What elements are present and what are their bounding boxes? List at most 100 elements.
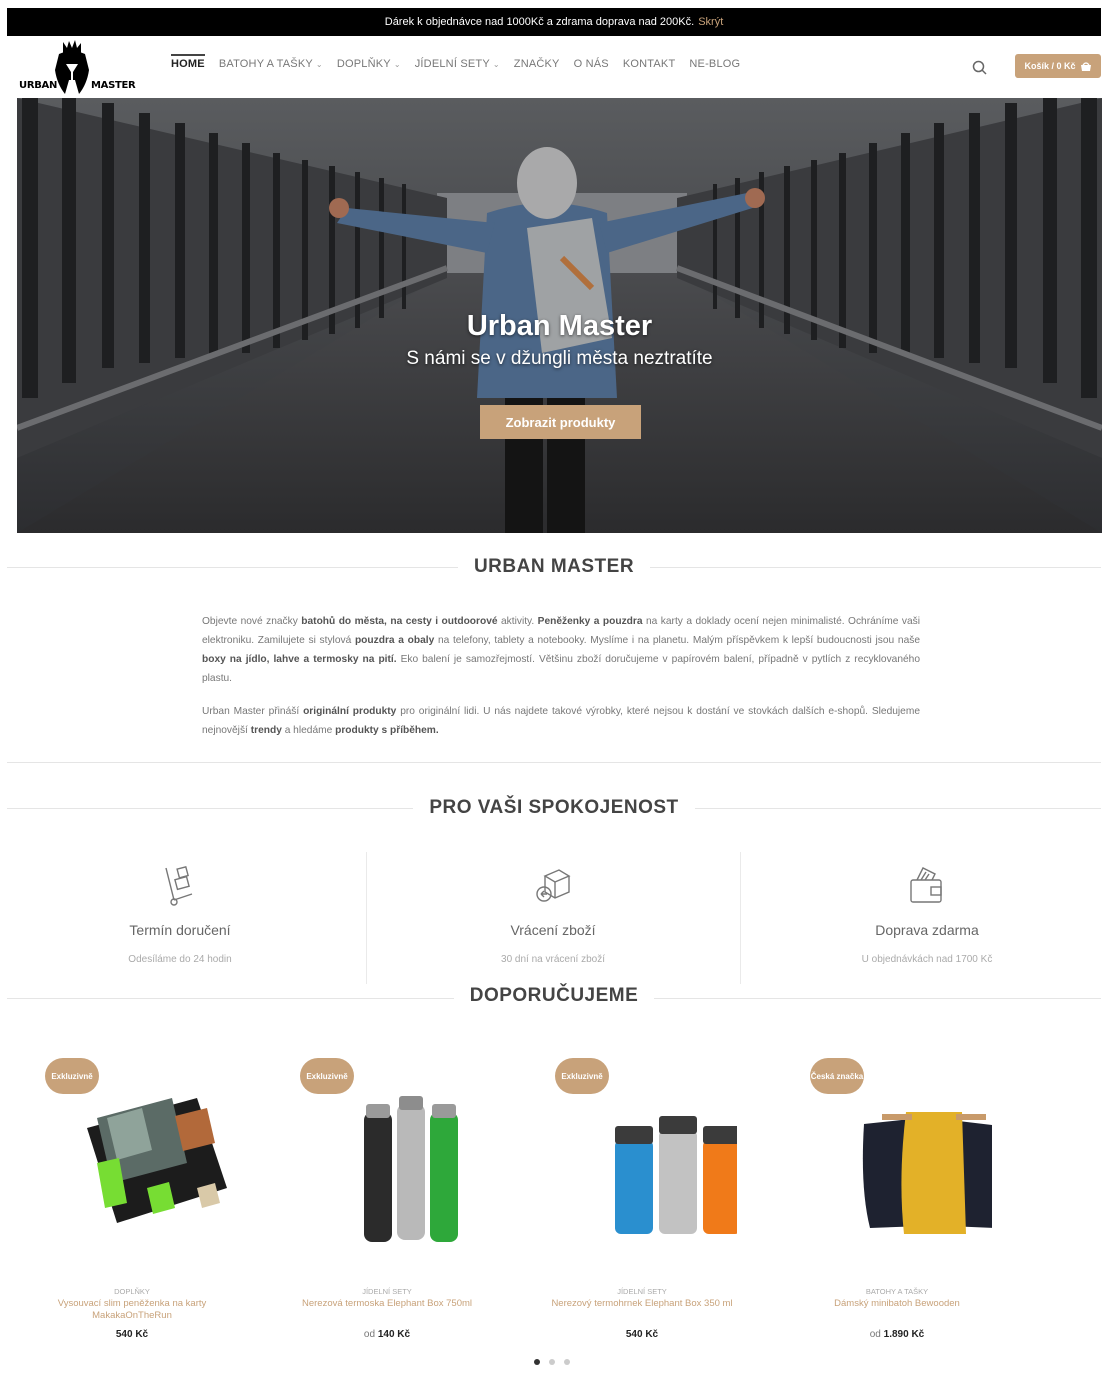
nav-item-home[interactable]: HOME [171,54,205,70]
feature-title: Doprava zdarma [875,922,979,938]
carousel-dot-1[interactable] [534,1359,540,1365]
nav-item-batohy[interactable]: BATOHY A TAŠKY ⌄ [219,58,323,70]
product-name-link[interactable]: Nerezová termoska Elephant Box 750ml [282,1298,492,1310]
search-icon [972,60,987,75]
product-price: 540 Kč [517,1329,767,1340]
product-name-link[interactable]: Vysouvací slim peněženka na karty Makaka… [27,1298,237,1322]
return-box-icon [536,869,571,902]
heading-line [7,807,414,809]
text-run-bold: pouzdra a obaly [354,635,435,646]
product-price: od 140 Kč [262,1329,512,1340]
logo-text-left: URBAN [19,80,58,91]
announcement-bar: Dárek k objednávce nad 1000Kč a zdrama d… [7,8,1101,36]
product-card[interactable]: Exkluzivně DOPLŇKY Vysouvací slim peněže… [7,1058,257,1348]
price-value: 540 Kč [625,1329,659,1340]
price-value: 140 Kč [377,1329,411,1340]
feature-subtitle: 30 dní na vrácení zboží [501,954,605,965]
show-products-button[interactable]: Zobrazit produkty [480,405,641,439]
nav-label: ZNAČKY [513,58,560,70]
about-paragraph-2: Urban Master přináší originální produkty… [202,702,920,740]
basket-icon [1080,61,1091,71]
about-heading-row: URBAN MASTER [7,556,1102,578]
text-run-bold: Peněženky a pouzdra [537,616,643,627]
hide-announcement-link[interactable]: Skrýt [698,16,723,28]
product-price: od 1.890 Kč [772,1329,1022,1340]
about-text: Objevte nové značky batohů do města, na … [202,612,920,754]
text-run-bold: trendy [250,725,282,736]
nav-label: NE-BLOG [689,58,741,70]
text-run: Objevte nové značky [202,616,302,627]
nav-item-ne-blog[interactable]: NE-BLOG [689,58,740,70]
nav-label: BATOHY A TAŠKY [218,58,313,70]
text-run-bold: originální produkty [303,706,397,717]
product-card[interactable]: Exkluzivně JÍDELNÍ SETY Nerezový termohr… [517,1058,767,1348]
product-card[interactable]: Česká značka BATOHY A TAŠKY Dámský minib… [772,1058,1022,1348]
product-image-thermos[interactable] [312,1078,482,1258]
product-category: JÍDELNÍ SETY [617,1287,667,1296]
product-card[interactable]: Exkluzivně JÍDELNÍ SETY Nerezová termosk… [262,1058,512,1348]
feature-title: Termín doručení [129,922,231,938]
section-divider [7,762,1101,763]
search-button[interactable] [970,58,990,78]
feature-subtitle: Odesíláme do 24 hodin [128,954,232,965]
price-prefix: od [363,1329,376,1340]
product-image-mug[interactable] [567,1078,737,1258]
hero-title: Urban Master [466,310,653,342]
logo[interactable]: URBAN MASTER [19,40,136,96]
nav-label: DOPLŇKY [336,58,391,70]
chevron-down-icon: ⌄ [315,59,323,69]
text-run: Urban Master přináší [202,706,304,717]
cart-button[interactable]: Košík / 0 Kč [1015,54,1101,78]
hero-subtitle: S námi se v džungli města neztratíte [406,348,713,369]
nav-label: HOME [171,58,205,70]
text-run: aktivity. [497,616,538,627]
announcement-text: Dárek k objednávce nad 1000Kč a zdrama d… [384,16,695,28]
product-image-backpack[interactable] [822,1078,992,1258]
price-prefix: od [869,1329,881,1340]
nav-item-jidelni-sety[interactable]: JÍDELNÍ SETY ⌄ [415,58,500,70]
cart-label: Košík / 0 Kč [1024,61,1076,71]
product-category: DOPLŇKY [114,1287,150,1296]
wallet-icon [910,867,942,903]
carousel-dot-3[interactable] [564,1359,570,1365]
nav-label: KONTAKT [622,58,676,70]
product-image-wallet[interactable] [57,1078,227,1258]
product-name-link[interactable]: Nerezový termohrnek Elephant Box 350 ml [537,1298,747,1310]
feature-subtitle: U objednávkách nad 1700 Kč [861,954,993,965]
products-heading-row: DOPORUČUJEME [7,985,1101,1007]
site-header: URBAN MASTER HOME BATOHY A TAŠKY ⌄ DOPLŇK… [7,36,1101,98]
heading-line [694,807,1101,809]
feature-delivery: Termín doručení Odesíláme do 24 hodin [0,852,360,984]
product-price: 540 Kč [7,1329,257,1340]
carousel-dot-2[interactable] [549,1359,555,1365]
products-heading: DOPORUČUJEME [453,985,655,1007]
features-heading-row: PRO VAŠI SPOKOJENOST [7,797,1101,819]
heading-line [7,566,458,568]
nav-item-znacky[interactable]: ZNAČKY [514,58,560,70]
nav-item-doplnky[interactable]: DOPLŇKY ⌄ [337,58,401,70]
product-category: BATOHY A TAŠKY [865,1287,929,1296]
text-run-bold: boxy na jídlo, lahve a termosky na pití. [202,654,397,665]
chevron-down-icon: ⌄ [393,59,401,69]
product-category: JÍDELNÍ SETY [362,1287,412,1296]
feature-separator [366,852,367,984]
feature-returns: Vrácení zboží 30 dní na vrácení zboží [373,852,733,984]
price-value: 540 Kč [115,1329,149,1340]
heading-line [650,566,1102,568]
feature-separator [740,852,741,984]
about-paragraph-1: Objevte nové značky batohů do města, na … [202,612,920,688]
text-run: na telefony, tablety a notebooky. Myslím… [434,635,920,646]
nav-item-o-nas[interactable]: O NÁS [574,58,609,70]
product-name-link[interactable]: Dámský minibatoh Bewooden [792,1298,1002,1310]
nav-label: JÍDELNÍ SETY [414,58,490,70]
hand-truck-icon [165,865,193,906]
price-value: 1.890 Kč [883,1329,925,1340]
text-run-bold: produkty s příběhem. [335,725,439,736]
chevron-down-icon: ⌄ [492,59,500,69]
hero-banner: Urban Master S námi se v džungli města n… [17,98,1102,533]
text-run-bold: batohů do města, na cesty i outdoorové [301,616,498,627]
about-heading: URBAN MASTER [473,556,635,577]
nav-item-kontakt[interactable]: KONTAKT [623,58,676,70]
feature-title: Vrácení zboží [510,922,596,938]
feature-free-shipping: Doprava zdarma U objednávkách nad 1700 K… [747,852,1102,984]
